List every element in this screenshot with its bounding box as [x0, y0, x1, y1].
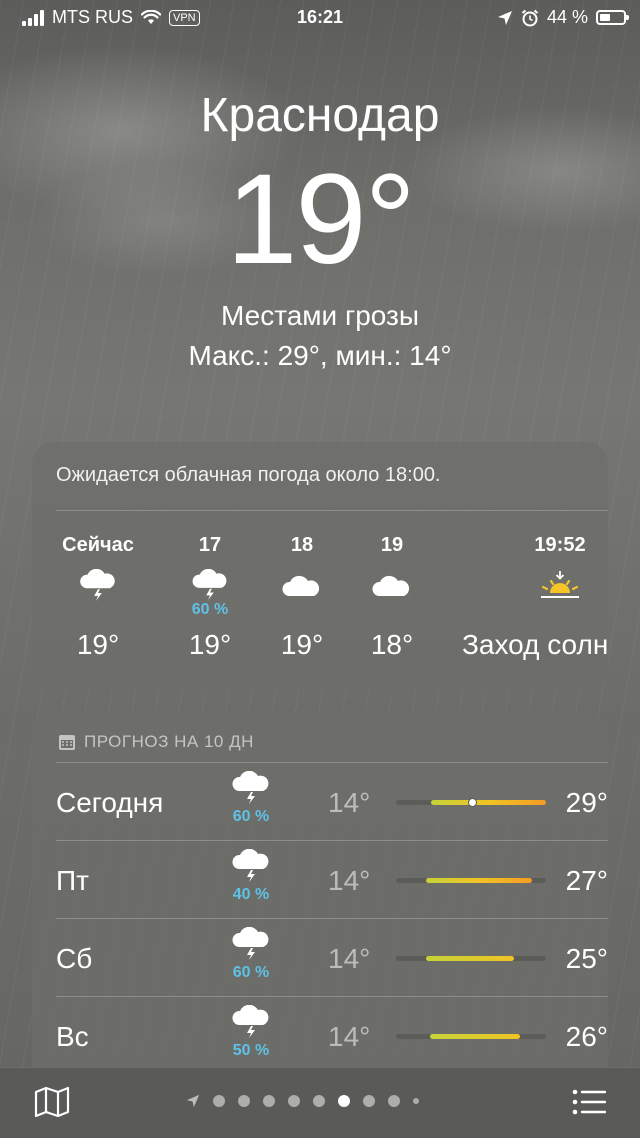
temp-range-bar	[396, 956, 546, 961]
day-name: Пт	[56, 865, 89, 896]
ten-day-header: ПРОГНОЗ НА 10 ДН	[84, 732, 254, 751]
day-precip: 40 %	[232, 886, 270, 903]
ten-day-forecast-card[interactable]: ПРОГНОЗ НА 10 ДН Сегодня 60 % 14° 29° Пт…	[32, 712, 608, 1092]
hour-temp: 19°	[188, 629, 232, 660]
day-high: 29°	[565, 787, 608, 818]
hour-precip: 60 %	[191, 601, 229, 618]
current-condition: Местами грозы	[221, 300, 419, 331]
current-temp-dot	[468, 798, 477, 807]
day-high: 27°	[565, 865, 608, 896]
thunder-cloud-icon	[232, 770, 269, 804]
hour-time: 18	[290, 534, 314, 556]
day-row[interactable]: Сегодня 60 % 14° 29°	[56, 762, 608, 841]
page-dot	[388, 1095, 400, 1107]
page-indicator[interactable]	[186, 1094, 419, 1108]
hour-item: 18 19°	[252, 534, 352, 661]
current-temperature: 19°	[226, 148, 416, 291]
day-row[interactable]: Сб 60 % 14° 25°	[56, 918, 608, 997]
temp-range-fill	[426, 956, 514, 961]
day-name: Сегодня	[56, 787, 164, 818]
page-dot	[313, 1095, 325, 1107]
temp-range-fill	[431, 800, 546, 805]
hour-item: Сейчас 19°	[48, 534, 148, 661]
day-low: 14°	[328, 787, 371, 818]
day-row[interactable]: Пт 40 % 14° 27°	[56, 840, 608, 919]
day-low: 14°	[328, 865, 371, 896]
page-dot	[213, 1095, 225, 1107]
sunset-icon	[541, 571, 579, 598]
bottom-toolbar	[0, 1067, 640, 1138]
location-arrow-icon	[186, 1094, 200, 1108]
list-icon[interactable]	[572, 1088, 606, 1116]
day-precip: 60 %	[232, 808, 270, 825]
hour-item: 19 18°	[342, 534, 442, 661]
thunder-cloud-icon	[80, 569, 115, 601]
day-precip: 60 %	[232, 964, 270, 981]
thunder-cloud-icon	[232, 926, 269, 960]
temp-range-bar	[396, 1034, 546, 1039]
hour-temp: 19°	[76, 629, 120, 660]
thunder-cloud-icon	[192, 569, 227, 601]
page-dot	[413, 1098, 419, 1104]
page-dot	[288, 1095, 300, 1107]
day-precip: 50 %	[232, 1042, 270, 1059]
calendar-icon	[59, 735, 75, 750]
map-icon[interactable]	[34, 1086, 70, 1118]
page-dot	[363, 1095, 375, 1107]
page-dot	[238, 1095, 250, 1107]
day-low: 14°	[328, 943, 371, 974]
battery-percent: 44 %	[546, 7, 588, 27]
hourly-forecast-card[interactable]: Ожидается облачная погода около 18:00. С…	[32, 442, 608, 692]
hour-time: Сейчас	[62, 534, 134, 556]
temp-range-fill	[426, 878, 532, 883]
day-name: Вс	[56, 1021, 89, 1052]
hour-time: 17	[198, 534, 222, 556]
hour-item: 17 60 % 19°	[160, 534, 260, 661]
day-low: 14°	[328, 1021, 371, 1052]
day-row[interactable]: Вс 50 % 14° 26°	[56, 996, 608, 1075]
status-bar: MTS RUS VPN 16:21 44 %	[0, 0, 640, 34]
day-high: 25°	[565, 943, 608, 974]
hour-temp: 18°	[370, 629, 414, 660]
hour-item: 19:52 Заход солнца	[462, 534, 608, 661]
city-name: Краснодар	[200, 89, 440, 142]
hour-temp: Заход солнца	[462, 629, 608, 660]
temp-range-bar	[396, 798, 546, 807]
hour-time: 19	[380, 534, 404, 556]
cloud-icon	[372, 575, 410, 596]
alarm-icon	[521, 9, 539, 26]
thunder-cloud-icon	[232, 848, 269, 882]
hour-time: 19:52	[534, 534, 586, 556]
divider	[56, 510, 608, 511]
thunder-cloud-icon	[232, 1004, 269, 1038]
page-dot	[263, 1095, 275, 1107]
location-arrow-icon	[497, 10, 512, 25]
day-name: Сб	[56, 943, 93, 974]
battery-icon	[596, 10, 629, 25]
high-low-temperature: Макс.: 29°, мин.: 14°	[188, 340, 452, 371]
temp-range-fill	[430, 1034, 520, 1039]
page-dot-active	[338, 1095, 350, 1107]
hour-temp: 19°	[280, 629, 324, 660]
cloud-icon	[282, 575, 320, 596]
day-high: 26°	[565, 1021, 608, 1052]
temp-range-bar	[396, 878, 546, 883]
hourly-summary: Ожидается облачная погода около 18:00.	[56, 464, 441, 486]
